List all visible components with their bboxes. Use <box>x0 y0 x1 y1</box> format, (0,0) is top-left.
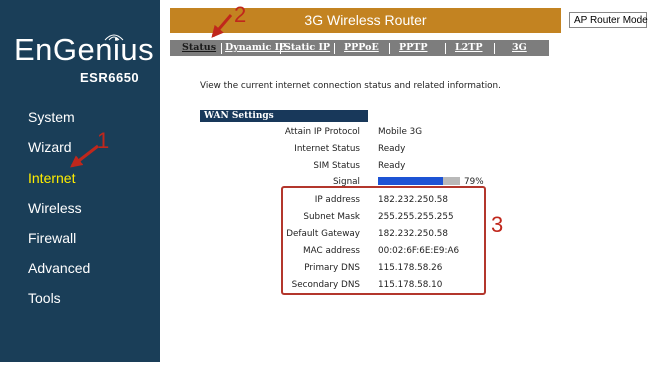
tab-bar: Status Dynamic IP Static IP PPPoE PPTP L… <box>170 40 549 56</box>
tab-static-ip[interactable]: Static IP <box>284 42 330 53</box>
page-title: 3G Wireless Router <box>304 12 427 28</box>
wan-settings-heading: WAN Settings <box>200 110 368 122</box>
annotation-number-1: 1 <box>97 128 110 153</box>
header-bar: 3G Wireless Router <box>170 8 561 33</box>
attain-ip-protocol-label: Attain IP Protocol <box>284 127 360 137</box>
signal-strength-fill <box>378 177 443 185</box>
sidebar-item-wireless[interactable]: Wireless <box>28 200 82 216</box>
tab-status[interactable]: Status <box>182 42 216 53</box>
sidebar-item-tools[interactable]: Tools <box>28 290 61 306</box>
sim-status-value: Ready <box>378 161 406 171</box>
tab-separator <box>334 43 335 54</box>
attain-ip-protocol-value: Mobile 3G <box>378 127 423 137</box>
sidebar-item-internet[interactable]: Internet <box>28 170 75 186</box>
tab-l2tp[interactable]: L2TP <box>455 42 483 53</box>
sidebar-item-advanced[interactable]: Advanced <box>28 260 90 276</box>
sidebar-item-wizard[interactable]: Wizard <box>28 139 72 155</box>
tab-separator <box>221 43 222 54</box>
tab-separator <box>445 43 446 54</box>
tab-3g[interactable]: 3G <box>512 42 527 53</box>
internet-status-value: Ready <box>378 144 406 154</box>
wifi-arc-icon <box>104 34 124 41</box>
tab-separator <box>494 43 495 54</box>
tab-dynamic-ip[interactable]: Dynamic IP <box>225 42 286 53</box>
tab-pppoe[interactable]: PPPoE <box>344 42 379 53</box>
brand-logo: EnGenius <box>14 32 155 67</box>
signal-strength-bar <box>378 177 460 185</box>
highlight-box <box>281 186 486 295</box>
sidebar-item-system[interactable]: System <box>28 109 75 125</box>
sim-status-label: SIM Status <box>313 161 360 171</box>
intro-text: View the current internet connection sta… <box>200 81 501 91</box>
annotation-number-2: 2 <box>234 2 247 27</box>
tab-separator <box>389 43 390 54</box>
tab-separator <box>280 43 281 54</box>
tab-pptp[interactable]: PPTP <box>399 42 428 53</box>
sidebar-item-firewall[interactable]: Firewall <box>28 230 76 246</box>
mode-indicator: AP Router Mode <box>569 12 648 28</box>
annotation-number-3: 3 <box>491 212 504 237</box>
internet-status-label: Internet Status <box>294 144 360 154</box>
sidebar: EnGenius ESR6650 System Wizard Internet … <box>0 0 160 362</box>
model-name: ESR6650 <box>80 70 140 85</box>
